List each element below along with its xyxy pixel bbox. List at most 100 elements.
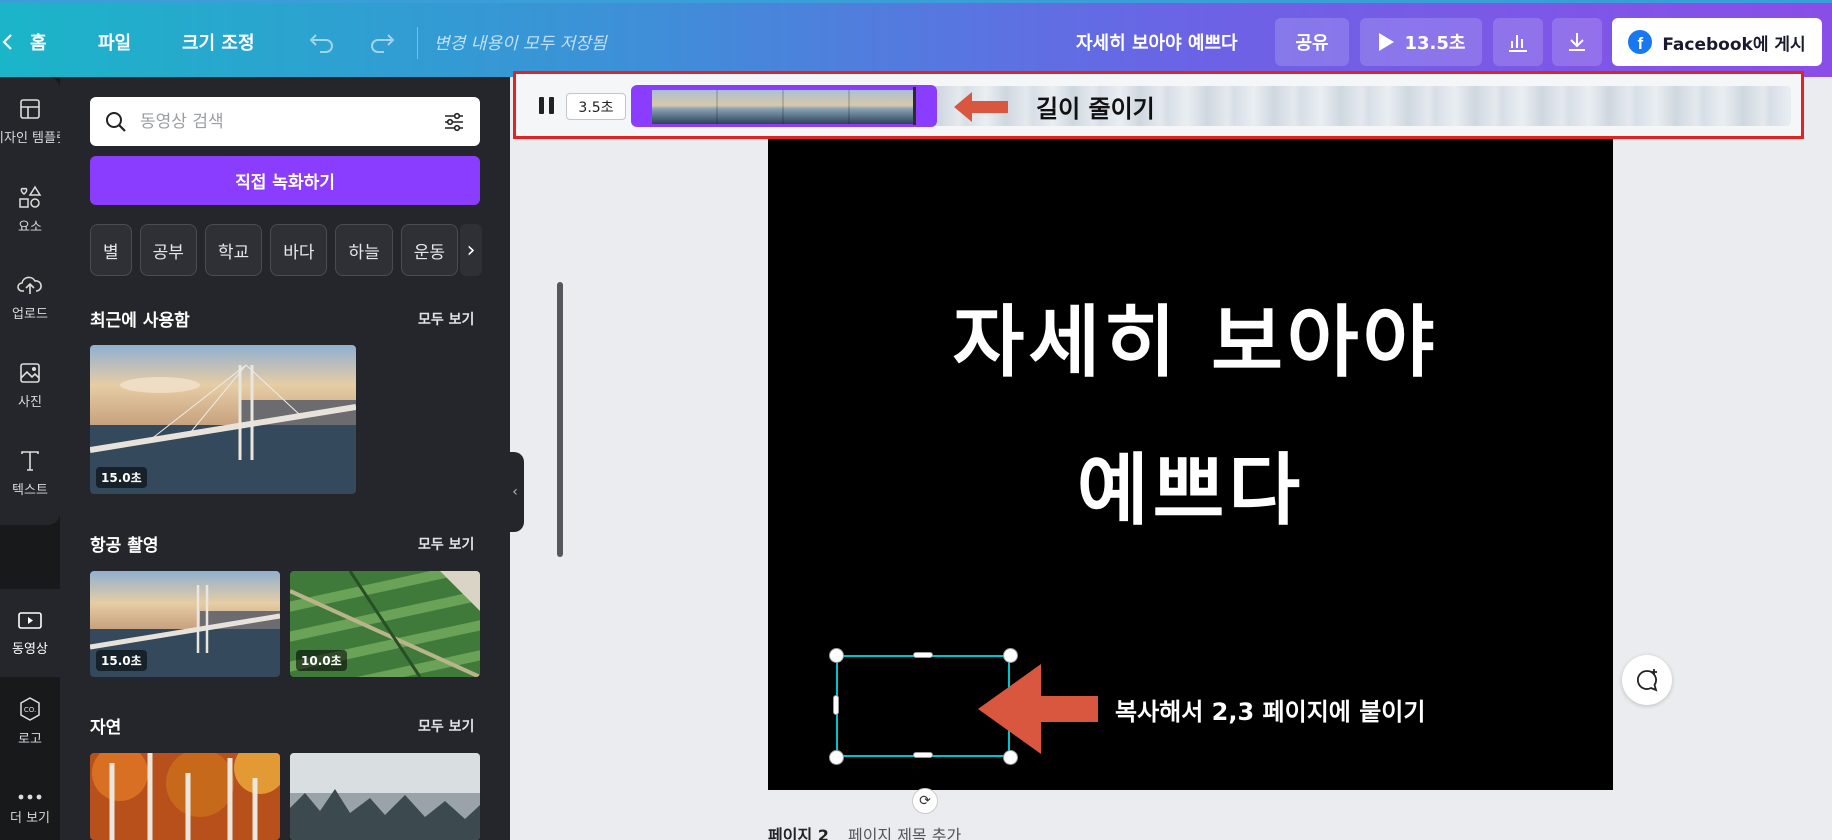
photo-icon — [20, 362, 40, 383]
page-footer: 페이지 2 페이지 제목 추가 — [768, 822, 961, 840]
toolbar-divider — [417, 27, 418, 59]
resize-handle[interactable] — [913, 652, 933, 658]
chip-keyword[interactable]: 하늘 — [335, 224, 393, 276]
misty-forest-video-image — [290, 753, 480, 840]
rail-label: 텍스트 — [12, 482, 48, 498]
rail-label: 요소 — [18, 219, 42, 235]
section-title: 항공 촬영 — [90, 536, 159, 556]
facebook-icon: f — [1628, 30, 1653, 54]
search-icon — [106, 111, 126, 132]
duration-badge: 15.0초 — [96, 650, 147, 671]
search-input[interactable] — [140, 111, 430, 132]
slide-title-text[interactable]: 자세히 보아야 예쁘다 — [768, 269, 1613, 565]
rail-item-photos[interactable]: 사진 — [0, 341, 60, 429]
template-icon — [20, 98, 40, 119]
chevron-left-icon[interactable] — [0, 3, 14, 80]
undo-icon[interactable] — [308, 3, 336, 80]
svg-text:CO.: CO. — [24, 706, 36, 714]
pause-icon[interactable] — [536, 92, 556, 118]
rail-label: 더 보기 — [9, 810, 50, 826]
chip-keyword[interactable]: 공부 — [139, 224, 197, 276]
play-icon — [1378, 33, 1394, 51]
resize-handle[interactable] — [829, 750, 844, 765]
resize-handle[interactable] — [1003, 648, 1018, 663]
selected-clip-frames — [652, 90, 916, 124]
download-icon[interactable] — [1552, 18, 1602, 66]
facebook-publish-label: Facebook에 게시 — [1662, 34, 1806, 55]
chip-keyword[interactable]: 학교 — [204, 224, 263, 276]
panel-scrollbar[interactable] — [557, 282, 563, 557]
video-thumbnail[interactable] — [90, 753, 280, 840]
see-all-link[interactable]: 모두 보기 — [418, 309, 474, 329]
resize-button[interactable]: 크기 조정 — [182, 3, 255, 80]
arrow-left-icon — [954, 92, 1008, 122]
page-number-label: 페이지 2 — [768, 826, 829, 840]
video-thumbnail[interactable]: 10.0초 — [290, 571, 480, 677]
play-button[interactable]: 13.5초 — [1360, 18, 1482, 66]
playhead[interactable] — [913, 87, 916, 125]
arrow-left-icon — [978, 664, 1098, 754]
resize-handle[interactable] — [829, 648, 844, 663]
redo-icon[interactable] — [368, 3, 396, 80]
duration-badge: 15.0초 — [96, 467, 147, 488]
record-yourself-button[interactable]: 직접 녹화하기 — [90, 156, 480, 205]
rail-item-uploads[interactable]: 업로드 — [0, 253, 60, 341]
rail-label: 사진 — [18, 394, 42, 410]
video-thumbnail[interactable]: 15.0초 — [90, 345, 356, 494]
text-icon — [21, 450, 39, 471]
rail-label: 업로드 — [12, 306, 48, 322]
autumn-forest-video-image — [90, 753, 280, 840]
duration-badge: 10.0초 — [296, 650, 347, 671]
facebook-publish-button[interactable]: f Facebook에 게시 — [1612, 18, 1822, 66]
see-all-link[interactable]: 모두 보기 — [418, 534, 474, 554]
rail-item-more[interactable]: 더 보기 — [0, 765, 60, 840]
left-icon-rail: 디자인 템플릿 요소 업로드 사진 텍스트 동영상 CO. 로고 더 보기 — [0, 77, 60, 840]
logo-icon: CO. — [20, 696, 40, 721]
rail-label: 디자인 템플릿 — [0, 130, 60, 146]
chevron-right-icon[interactable]: › — [460, 224, 482, 276]
share-button[interactable]: 공유 — [1275, 18, 1349, 66]
section-title: 최근에 사용함 — [90, 311, 190, 331]
save-status: 변경 내용이 모두 저장됨 — [434, 34, 607, 54]
resize-handle[interactable] — [913, 752, 933, 758]
clip-duration-field[interactable]: 3.5초 — [566, 93, 626, 120]
video-icon — [18, 611, 42, 629]
elements-icon — [19, 185, 42, 208]
resize-handle[interactable] — [833, 695, 839, 715]
chip-keyword[interactable]: 별 — [90, 224, 132, 276]
chip-keyword[interactable]: 운동 — [400, 224, 459, 276]
top-bar: 홈 파일 크기 조정 변경 내용이 모두 저장됨 자세히 보아야 예쁘다 공유 … — [0, 0, 1832, 77]
collapse-panel-handle[interactable]: ‹ — [506, 452, 524, 532]
home-button[interactable]: 홈 — [30, 3, 47, 80]
add-comment-icon[interactable] — [1622, 655, 1672, 705]
chip-keyword[interactable]: 바다 — [270, 224, 328, 276]
slide-title-line1: 자세히 보아야 — [952, 298, 1439, 388]
timeline-annotation: 길이 줄이기 — [1036, 95, 1155, 123]
rail-item-templates[interactable]: 디자인 템플릿 — [0, 77, 60, 165]
section-title: 자연 — [90, 718, 122, 738]
see-all-link[interactable]: 모두 보기 — [418, 716, 474, 736]
rail-label: 동영상 — [12, 641, 48, 657]
timeline-bar: 3.5초 길이 줄이기 — [513, 71, 1804, 139]
rail-item-logos[interactable]: CO. 로고 — [0, 677, 60, 765]
search-box[interactable] — [90, 97, 480, 146]
rail-item-elements[interactable]: 요소 — [0, 165, 60, 253]
video-thumbnail[interactable]: 15.0초 — [90, 571, 280, 677]
rotate-icon[interactable]: ⟳ — [912, 788, 938, 814]
file-menu[interactable]: 파일 — [98, 3, 131, 80]
upload-icon — [17, 276, 42, 294]
slide-title-line2: 예쁘다 — [1076, 446, 1305, 536]
bar-chart-icon[interactable] — [1493, 18, 1543, 66]
play-duration: 13.5초 — [1404, 33, 1466, 54]
rail-item-text[interactable]: 텍스트 — [0, 429, 60, 517]
video-thumbnail[interactable] — [290, 753, 480, 840]
rail-item-videos[interactable]: 동영상 — [0, 589, 60, 677]
page-title-input[interactable]: 페이지 제목 추가 — [848, 826, 961, 840]
video-panel: 직접 녹화하기 별 공부 학교 바다 하늘 운동 › 최근에 사용함 모두 보기… — [60, 77, 563, 840]
keyword-chips: 별 공부 학교 바다 하늘 운동 — [90, 224, 480, 277]
more-icon — [18, 794, 42, 799]
filter-icon[interactable] — [442, 110, 466, 134]
slide-canvas[interactable]: 자세히 보아야 예쁘다 복사해서 2,3 페이지에 붙이기 — [768, 139, 1613, 790]
rail-label: 로고 — [18, 731, 42, 747]
design-title[interactable]: 자세히 보아야 예쁘다 — [1076, 3, 1238, 80]
